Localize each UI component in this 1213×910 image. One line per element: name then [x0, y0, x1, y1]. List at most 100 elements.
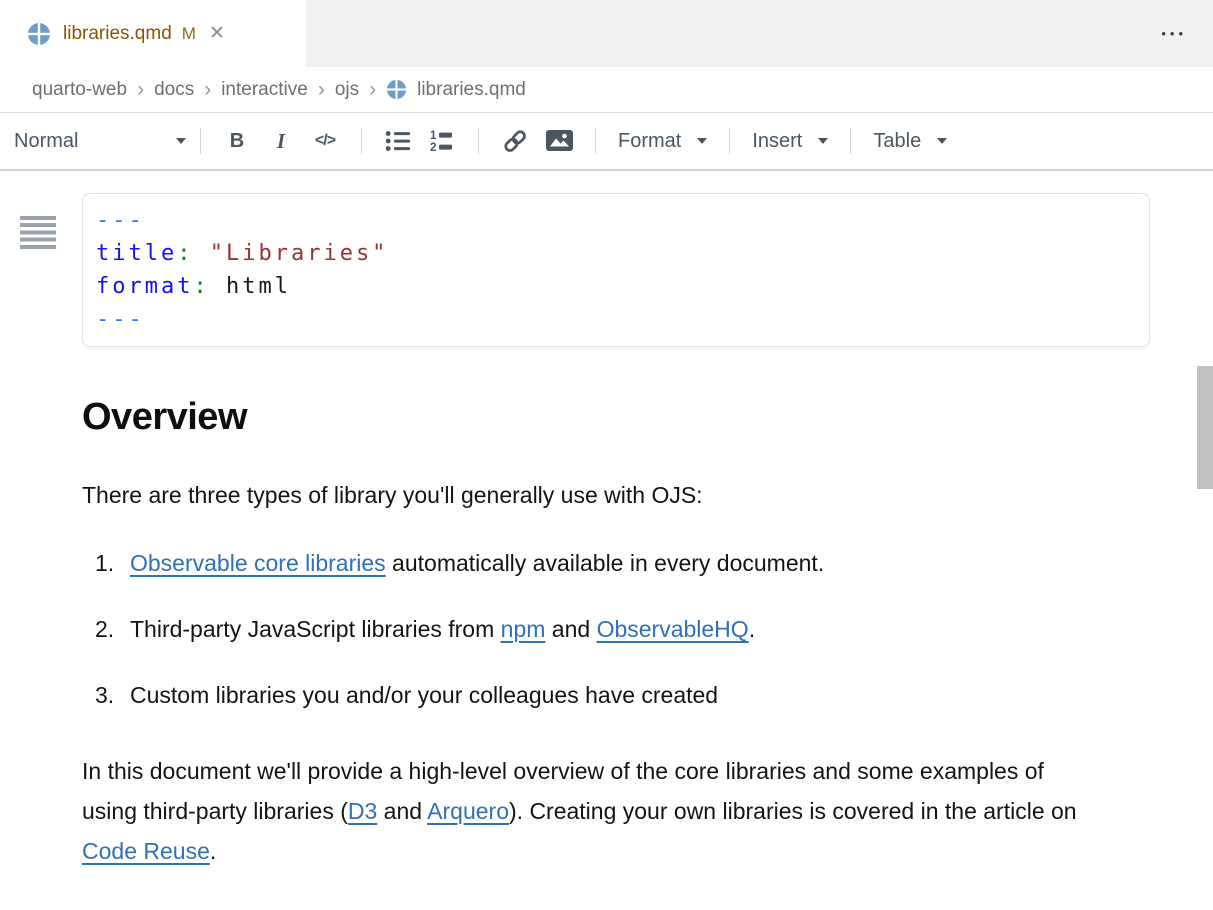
- yaml-token-key: title: [96, 241, 177, 266]
- section-heading[interactable]: Overview: [82, 395, 1150, 439]
- bulleted-list-button[interactable]: [376, 122, 420, 160]
- breadcrumb-separator-icon: ›: [204, 79, 211, 100]
- yaml-token-delimiter: ---: [96, 208, 145, 233]
- text-segment: .: [749, 616, 755, 642]
- toolbar-divider: [850, 128, 851, 154]
- tab-title: libraries.qmd: [63, 23, 172, 45]
- text-segment: ). Creating your own libraries is covere…: [509, 798, 1077, 824]
- inline-link[interactable]: Observable core libraries: [130, 550, 386, 576]
- text-segment: Custom libraries you and/or your colleag…: [130, 682, 718, 708]
- chevron-down-icon: [818, 138, 828, 144]
- numbered-list-icon: 1 2: [429, 129, 456, 153]
- list-item-text: Custom libraries you and/or your colleag…: [130, 681, 718, 709]
- bulleted-list-icon: [385, 129, 412, 153]
- svg-text:2: 2: [430, 142, 436, 153]
- bold-icon: B: [230, 130, 244, 153]
- format-menu[interactable]: Format: [618, 130, 707, 153]
- code-icon: </>: [315, 132, 335, 150]
- tab-bar: libraries.qmd M ✕ •••: [0, 0, 1213, 67]
- breadcrumb-file-label: libraries.qmd: [417, 79, 526, 101]
- image-button[interactable]: [537, 122, 581, 160]
- toolbar-divider: [729, 128, 730, 154]
- text-segment: and: [377, 798, 427, 824]
- paragraph-style-value: Normal: [14, 130, 78, 153]
- breadcrumb-separator-icon: ›: [137, 79, 144, 100]
- text-segment: .: [210, 838, 216, 864]
- paragraph-style-select[interactable]: Normal: [14, 130, 186, 153]
- list-item-text: Observable core libraries automatically …: [130, 549, 824, 577]
- insert-menu-label: Insert: [752, 130, 802, 153]
- svg-text:1: 1: [430, 130, 437, 142]
- chevron-down-icon: [176, 138, 186, 144]
- formatting-toolbar: Normal B I </> 1 2: [0, 113, 1213, 171]
- list-item[interactable]: 1.Observable core libraries automaticall…: [95, 549, 1213, 577]
- inline-link[interactable]: D3: [348, 798, 377, 824]
- inline-link[interactable]: Code Reuse: [82, 838, 210, 864]
- toolbar-divider: [361, 128, 362, 154]
- breadcrumb-item[interactable]: docs: [154, 79, 194, 101]
- inline-link[interactable]: ObservableHQ: [597, 616, 749, 642]
- text-segment: Third-party JavaScript libraries from: [130, 616, 501, 642]
- yaml-code-line[interactable]: format: html: [96, 270, 1136, 303]
- toolbar-divider: [595, 128, 596, 154]
- list-item-number: 2.: [95, 615, 130, 643]
- yaml-token-plain: [193, 241, 209, 266]
- list-item[interactable]: 3.Custom libraries you and/or your colle…: [95, 681, 1213, 709]
- ordered-list: 1.Observable core libraries automaticall…: [95, 549, 1213, 709]
- yaml-token-plain: [210, 274, 226, 299]
- breadcrumb-item[interactable]: interactive: [221, 79, 308, 101]
- overflow-menu-icon[interactable]: •••: [1161, 26, 1187, 41]
- table-menu[interactable]: Table: [873, 130, 947, 153]
- yaml-token-key: format: [96, 274, 193, 299]
- quarto-logo-icon: [386, 79, 407, 100]
- yaml-token-string: "Libraries": [210, 241, 389, 266]
- quarto-logo-icon: [27, 22, 51, 46]
- tab-libraries-qmd[interactable]: libraries.qmd M ✕: [0, 0, 306, 67]
- quarto-visual-editor-window: { "window": { "overflow_menu_icon": "•••…: [0, 0, 1213, 889]
- breadcrumb-file[interactable]: libraries.qmd: [384, 79, 526, 101]
- breadcrumb-item[interactable]: quarto-web: [32, 79, 127, 101]
- breadcrumb-items: quarto-web › docs › interactive › ojs ›: [30, 79, 384, 101]
- text-segment: automatically available in every documen…: [386, 550, 825, 576]
- modified-badge: M: [182, 24, 196, 44]
- breadcrumb: quarto-web › docs › interactive › ojs › librari…: [0, 67, 1213, 113]
- vertical-scrollbar-thumb[interactable]: [1197, 366, 1213, 489]
- inline-link[interactable]: Arquero: [427, 798, 509, 824]
- toolbar-divider: [478, 128, 479, 154]
- toolbar-divider: [200, 128, 201, 154]
- text-segment: and: [545, 616, 596, 642]
- chevron-down-icon: [937, 138, 947, 144]
- yaml-code-line[interactable]: title: "Libraries": [96, 237, 1136, 270]
- breadcrumb-item[interactable]: ojs: [335, 79, 359, 101]
- bold-button[interactable]: B: [215, 122, 259, 160]
- close-tab-icon[interactable]: ✕: [209, 24, 225, 43]
- yaml-front-matter-block[interactable]: ---title: "Libraries"format: html---: [82, 193, 1150, 347]
- yaml-code-line[interactable]: ---: [96, 204, 1136, 237]
- numbered-list-button[interactable]: 1 2: [420, 122, 464, 160]
- yaml-token-colon: :: [177, 241, 193, 266]
- link-icon: [501, 127, 529, 155]
- editor-content-area: ---title: "Libraries"format: html--- Ove…: [0, 193, 1213, 910]
- inline-link[interactable]: npm: [501, 616, 546, 642]
- yaml-code-line[interactable]: ---: [96, 303, 1136, 336]
- image-icon: [546, 130, 573, 152]
- breadcrumb-separator-icon: ›: [369, 79, 376, 100]
- closing-paragraph[interactable]: In this document we'll provide a high-le…: [82, 751, 1090, 871]
- yaml-token-plain: html: [226, 274, 291, 299]
- link-button[interactable]: [493, 122, 537, 160]
- intro-paragraph[interactable]: There are three types of library you'll …: [82, 481, 1153, 509]
- yaml-token-delimiter: ---: [96, 307, 145, 332]
- list-item-text: Third-party JavaScript libraries from np…: [130, 615, 755, 643]
- breadcrumb-separator-icon: ›: [318, 79, 325, 100]
- chevron-down-icon: [697, 138, 707, 144]
- list-item-number: 1.: [95, 549, 130, 577]
- list-item[interactable]: 2.Third-party JavaScript libraries from …: [95, 615, 1213, 643]
- table-menu-label: Table: [873, 130, 921, 153]
- italic-button[interactable]: I: [259, 122, 303, 160]
- code-button[interactable]: </>: [303, 122, 347, 160]
- italic-icon: I: [277, 129, 285, 154]
- list-item-number: 3.: [95, 681, 130, 709]
- format-menu-label: Format: [618, 130, 681, 153]
- block-drag-handle-icon[interactable]: [20, 216, 56, 249]
- insert-menu[interactable]: Insert: [752, 130, 828, 153]
